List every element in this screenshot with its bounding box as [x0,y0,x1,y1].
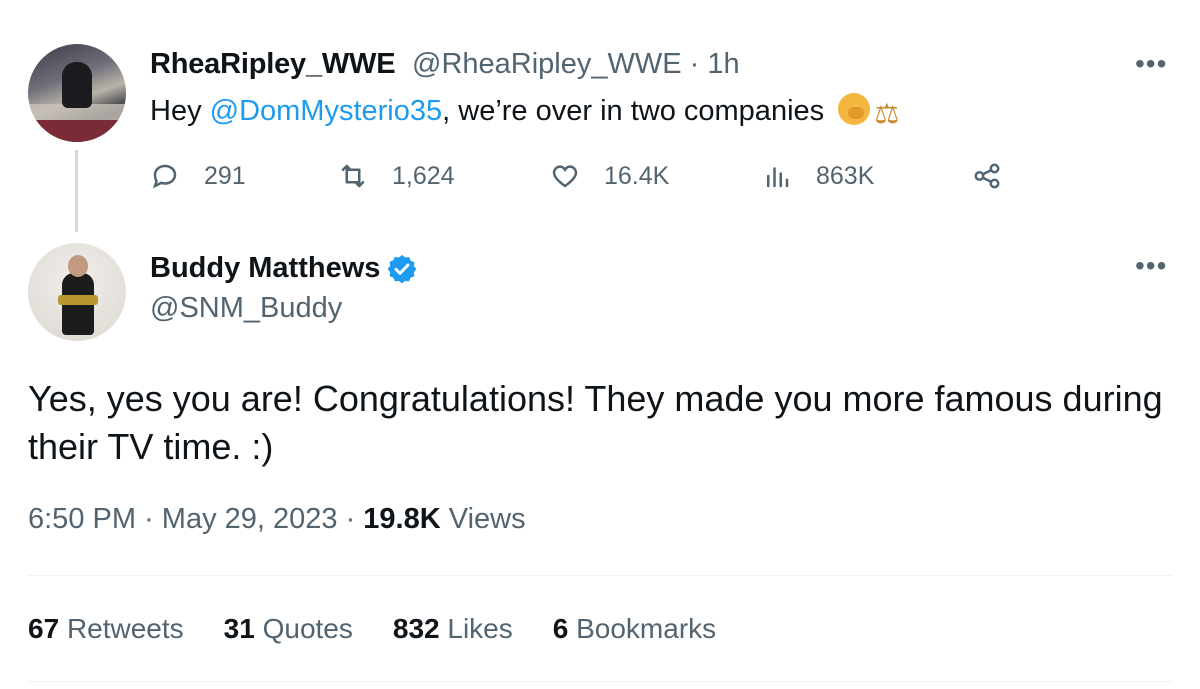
stat-count: 67 [28,613,60,644]
reply-icon [152,164,177,189]
stat-retweets[interactable]: 67 Retweets [28,613,184,645]
reply-count: 291 [204,161,246,190]
stat-label: Quotes [262,613,353,644]
share-button[interactable] [972,158,1026,194]
parent-text-suffix: , we’re over in two companies [442,95,825,127]
main-display-name-text: Buddy Matthews [150,252,381,284]
parent-handle-time[interactable]: @RheaRipley_WWE · 1h [412,48,740,81]
tweet-time[interactable]: 6:50 PM [28,503,136,535]
mention-link[interactable]: @DomMysterio35 [210,95,443,127]
share-icon [974,163,1000,189]
tweet-metadata: 6:50 PM · May 29, 2023 · 19.8K Views [28,503,526,535]
views-button[interactable]: 863K [762,158,874,194]
stat-count: 6 [552,613,569,644]
divider [28,575,1172,576]
main-handle[interactable]: @SNM_Buddy [150,292,342,325]
main-tweet-text: Yes, yes you are! Congratulations! They … [28,378,1163,467]
verified-badge-icon [388,254,417,283]
stat-count: 832 [392,613,440,644]
engagement-stats: 67 Retweets 31 Quotes 832 Likes 6 Bookma… [28,613,716,645]
like-button[interactable]: 16.4K [550,158,669,194]
parent-text-prefix: Hey [150,95,210,127]
thread-connector-line [75,150,78,232]
more-icon[interactable]: ••• [1135,250,1167,282]
views-icon [767,167,789,188]
views-label: Views [448,503,526,535]
avatar-buddymatthews[interactable] [28,243,126,341]
parent-display-name[interactable]: RheaRipley_WWE [150,48,396,81]
views-count: 863K [816,161,875,190]
more-icon[interactable]: ••• [1135,48,1167,80]
scales-emoji: ⚖ [874,98,900,129]
like-count: 16.4K [604,161,670,190]
stat-label: Likes [447,613,513,644]
retweet-button[interactable]: 1,624 [338,158,455,194]
reply-button[interactable]: 291 [150,158,246,194]
parent-tweet-text: Hey @DomMysterio35, we’re over in two co… [150,93,899,130]
stat-quotes[interactable]: 31 Quotes [224,613,353,645]
main-display-name[interactable]: Buddy Matthews [150,252,418,285]
retweet-count: 1,624 [392,161,455,190]
stat-label: Bookmarks [576,613,717,644]
stat-bookmarks[interactable]: 6 Bookmarks [553,613,716,645]
retweet-icon [341,164,365,188]
face-with-hand-over-mouth-emoji [838,93,871,125]
views-total: 19.8K [363,503,441,535]
tweet-date[interactable]: May 29, 2023 [162,503,338,535]
like-icon [552,165,578,188]
stat-label: Retweets [66,613,184,644]
stat-likes[interactable]: 832 Likes [393,613,513,645]
divider [28,681,1172,682]
stat-count: 31 [223,613,255,644]
avatar-rhearipley[interactable] [28,44,126,142]
